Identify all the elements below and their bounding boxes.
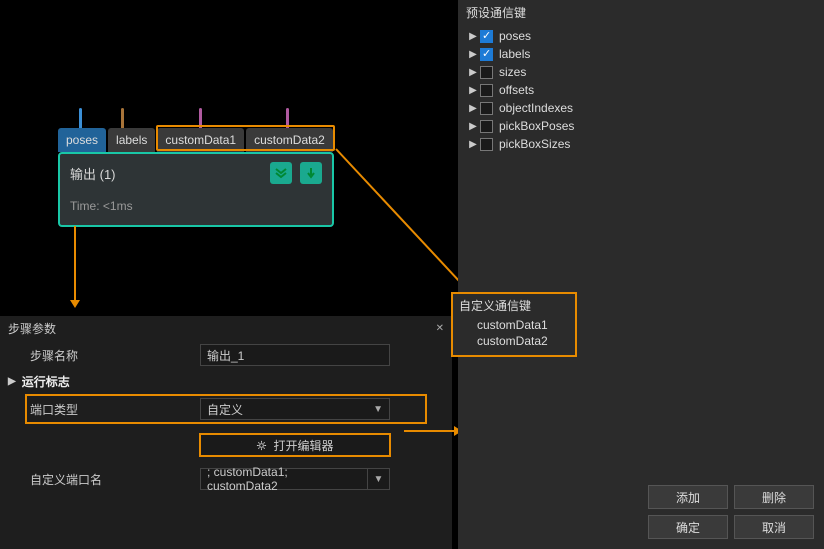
annotation-arrow-right (404, 430, 454, 432)
tree-item-objectIndexes[interactable]: ▶ objectIndexes (464, 99, 824, 117)
custom-port-value[interactable]: ; customData1; customData2 (200, 468, 368, 490)
chevron-right-icon: ▶ (468, 103, 478, 114)
tree-label: offsets (499, 83, 534, 97)
tree-checkbox[interactable] (480, 84, 493, 97)
custom-port-dropdown[interactable]: ▼ (368, 468, 390, 490)
params-close-icon[interactable]: ✕ (436, 323, 444, 334)
port-type-value: 自定义 (207, 401, 243, 418)
custom-key-item[interactable]: customData2 (453, 333, 575, 349)
port-poses[interactable]: poses (58, 128, 106, 152)
row-open-editor: 打开编辑器 (0, 431, 452, 459)
tree-label: pickBoxSizes (499, 137, 570, 151)
custom-keys-title: 自定义通信键 (453, 294, 575, 317)
tree-item-offsets[interactable]: ▶ offsets (464, 81, 824, 99)
label-custom-port: 自定义端口名 (30, 471, 200, 488)
wire-labels (121, 108, 124, 130)
label-port-type: 端口类型 (30, 401, 200, 418)
tree-item-sizes[interactable]: ▶ sizes (464, 63, 824, 81)
tree-item-pickBoxPoses[interactable]: ▶ pickBoxPoses (464, 117, 824, 135)
port-type-select[interactable]: 自定义 ▼ (200, 398, 390, 420)
node-run-button[interactable] (300, 162, 322, 184)
chevron-down-icon: ▼ (373, 404, 383, 415)
custom-keys-panel: 自定义通信键 customData1 customData2 (451, 292, 577, 357)
tree-checkbox[interactable] (480, 66, 493, 79)
arrow-down-icon (305, 167, 317, 179)
wire-poses (79, 108, 82, 130)
chevron-down-icon: ▼ (374, 474, 384, 485)
tree-checkbox[interactable] (480, 102, 493, 115)
highlight-custom-ports (156, 125, 335, 151)
side-panel: 预设通信键 ▶ poses ▶ labels ▶ sizes ▶ offsets ▶ object… (458, 0, 824, 549)
tree-checkbox[interactable] (480, 48, 493, 61)
run-flag-label: 运行标志 (22, 373, 70, 390)
node-body[interactable]: 输出 (1) Time: <1ms (58, 152, 334, 227)
step-name-input[interactable] (200, 344, 390, 366)
chevron-right-icon: ▶ (468, 121, 478, 132)
tree-item-pickBoxSizes[interactable]: ▶ pickBoxSizes (464, 135, 824, 153)
tree-checkbox[interactable] (480, 120, 493, 133)
params-title: 步骤参数 (8, 320, 56, 337)
chevron-right-icon: ▶ (468, 85, 478, 96)
open-editor-button[interactable]: 打开编辑器 (200, 434, 390, 456)
double-chevron-down-icon (275, 167, 287, 179)
open-editor-label: 打开编辑器 (273, 437, 333, 454)
run-flag-expander[interactable]: ▶ 运行标志 (0, 369, 452, 393)
node-collapse-button[interactable] (270, 162, 292, 184)
params-header: 步骤参数 ✕ (0, 316, 452, 341)
tree-item-poses[interactable]: ▶ poses (464, 27, 824, 45)
tree-label: pickBoxPoses (499, 119, 574, 133)
node-time: Time: <1ms (70, 199, 322, 213)
annotation-arrow-diag (335, 148, 473, 296)
step-params-panel: 步骤参数 ✕ 步骤名称 ▶ 运行标志 端口类型 自定义 ▼ 打开编辑器 自定义端… (0, 315, 452, 549)
label-step-name: 步骤名称 (30, 347, 200, 364)
chevron-right-icon: ▶ (468, 31, 478, 42)
add-button[interactable]: 添加 (648, 485, 728, 509)
custom-key-item[interactable]: customData1 (453, 317, 575, 333)
custom-port-combo[interactable]: ; customData1; customData2 ▼ (200, 468, 390, 490)
tree-checkbox[interactable] (480, 138, 493, 151)
row-port-type: 端口类型 自定义 ▼ (26, 395, 426, 423)
chevron-right-icon: ▶ (8, 376, 16, 387)
tree-checkbox[interactable] (480, 30, 493, 43)
side-button-bar: 添加 删除 确定 取消 (648, 485, 814, 539)
cancel-button[interactable]: 取消 (734, 515, 814, 539)
delete-button[interactable]: 删除 (734, 485, 814, 509)
tree-label: labels (499, 47, 530, 61)
chevron-right-icon: ▶ (468, 67, 478, 78)
tree-label: poses (499, 29, 531, 43)
annotation-arrow-down (74, 226, 76, 300)
port-labels[interactable]: labels (108, 128, 155, 152)
preset-keys-tree: ▶ poses ▶ labels ▶ sizes ▶ offsets ▶ objectIndexe… (458, 25, 824, 159)
row-step-name: 步骤名称 (0, 341, 452, 369)
chevron-right-icon: ▶ (468, 139, 478, 150)
tree-label: sizes (499, 65, 526, 79)
node-canvas[interactable]: poses labels customData1 customData2 输出 … (0, 0, 450, 310)
tree-item-labels[interactable]: ▶ labels (464, 45, 824, 63)
chevron-right-icon: ▶ (468, 49, 478, 60)
tree-label: objectIndexes (499, 101, 573, 115)
ok-button[interactable]: 确定 (648, 515, 728, 539)
gear-icon (256, 440, 267, 451)
preset-keys-title: 预设通信键 (458, 0, 824, 25)
row-custom-port: 自定义端口名 ; customData1; customData2 ▼ (0, 465, 452, 493)
